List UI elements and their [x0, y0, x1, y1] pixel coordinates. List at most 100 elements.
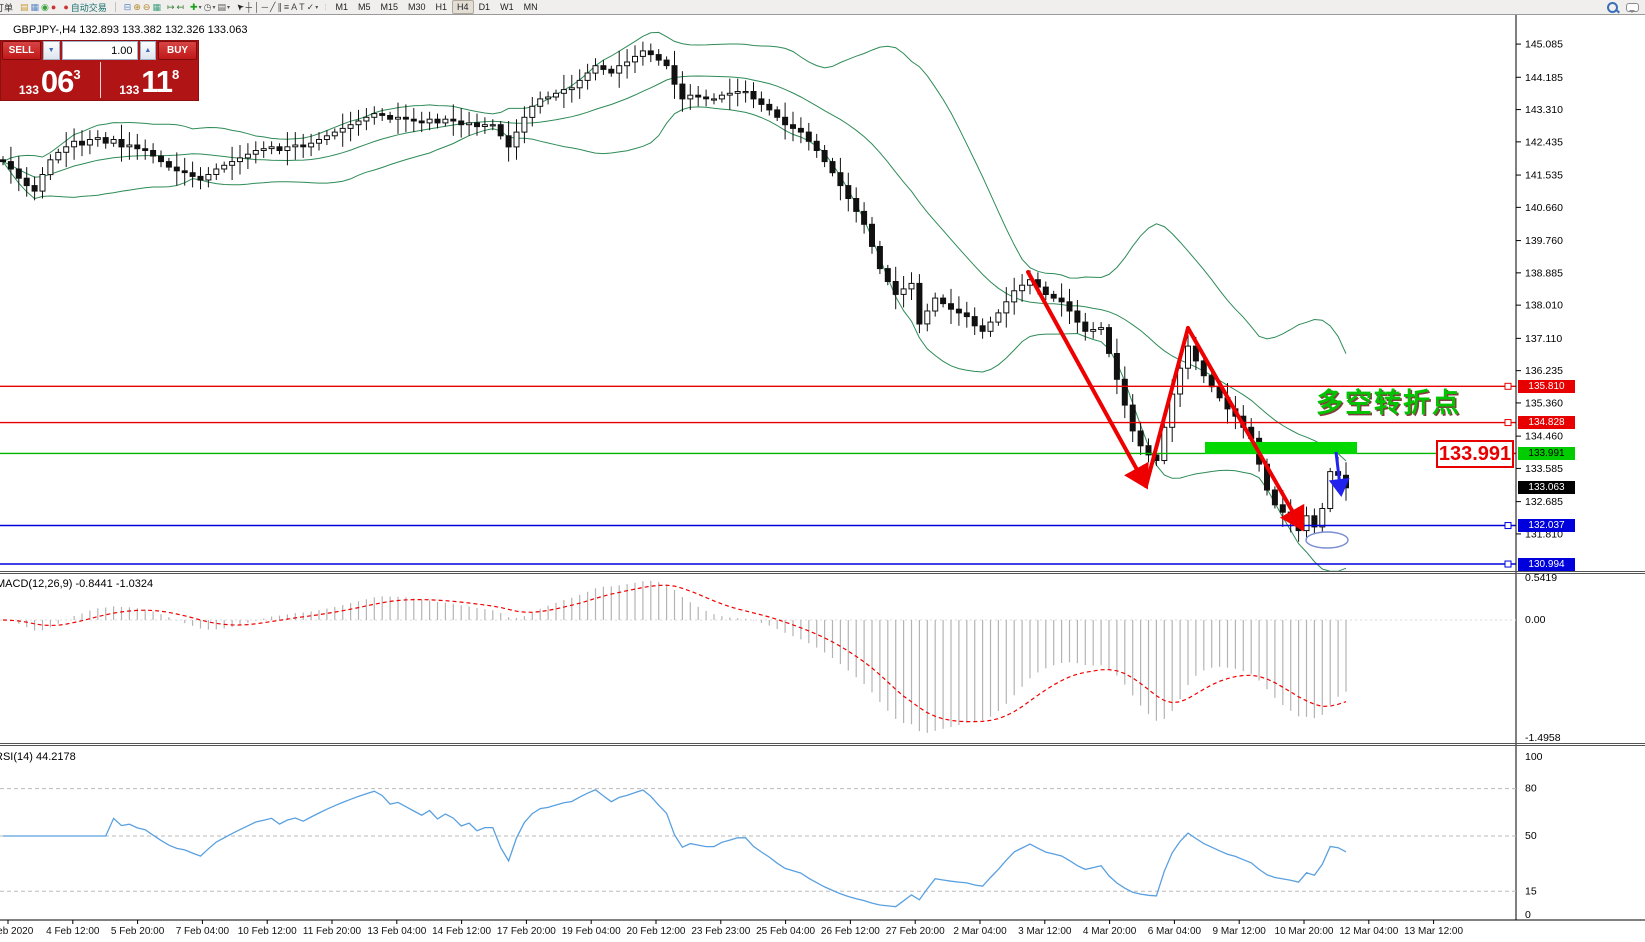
price-chip-135.810: 135.810 — [1518, 380, 1575, 393]
rsi-scale-label: 80 — [1525, 783, 1537, 795]
rsi-scale-label: 15 — [1525, 885, 1537, 897]
cursor-icon[interactable]: ➤ — [235, 1, 245, 13]
time-axis-label: 14 Feb 12:00 — [432, 926, 491, 937]
orders-label[interactable]: 订单 — [0, 1, 14, 13]
sell-button[interactable]: SELL — [2, 41, 41, 60]
hline-icon[interactable]: ─ — [261, 1, 269, 13]
price-tick-label: 135.360 — [1525, 397, 1563, 409]
dropdown-caret-icon[interactable]: ▾ — [315, 4, 318, 11]
sell-price-big: 06 — [41, 67, 73, 97]
crosshair-icon[interactable]: ┼ — [245, 1, 253, 13]
volume-decrease-button[interactable]: ▼ — [43, 41, 60, 60]
horizontal-levels[interactable] — [0, 383, 1516, 567]
price-axis[interactable]: 145.085144.185143.310142.435141.535140.6… — [0, 14, 1645, 920]
price-tick-label: 139.760 — [1525, 235, 1563, 247]
periods-icon[interactable]: ◷▾ — [203, 1, 217, 13]
tile-windows-icon[interactable]: ▦ — [151, 1, 162, 13]
community-chat-icon[interactable] — [1626, 3, 1639, 12]
trendline-icon[interactable]: ╱ — [269, 1, 276, 13]
chart-shift-icon[interactable]: ↤ — [176, 1, 186, 13]
timeframe-button-d1[interactable]: D1 — [474, 0, 496, 14]
signals-icon[interactable]: ◉ — [40, 1, 50, 13]
level-handle[interactable] — [1505, 420, 1511, 426]
time-axis-label: 13 Feb 04:00 — [367, 926, 426, 937]
time-axis-label: 4 Mar 20:00 — [1083, 926, 1137, 937]
buy-button[interactable]: BUY — [158, 41, 197, 60]
rsi-line — [3, 790, 1346, 907]
autotrade-icon[interactable]: ● — [50, 1, 57, 13]
bollinger-middle — [3, 76, 1346, 461]
time-axis-label: 11 Feb 20:00 — [303, 926, 362, 937]
price-tick-label: 143.310 — [1525, 104, 1563, 116]
timeframe-button-w1[interactable]: W1 — [495, 0, 519, 14]
fibonacci-icon[interactable]: ≡ — [283, 1, 290, 13]
sell-price-sup: 3 — [73, 62, 80, 88]
text-icon[interactable]: A — [290, 1, 298, 13]
dropdown-caret-icon[interactable]: ▾ — [212, 4, 215, 11]
top-toolbar: 订单 ▤▦◉● ● 自动交易 ⊟⊕⊖▦↦↤✚▾◷▾▤▾➤┼│─╱∥≡AT✓▾ ⁞… — [0, 0, 1645, 15]
zoom-out-icon[interactable]: ⊖ — [142, 1, 152, 13]
time-axis-label: 19 Feb 04:00 — [562, 926, 621, 937]
price-tick-label: 132.685 — [1525, 496, 1563, 508]
timeframe-button-h4[interactable]: H4 — [452, 0, 474, 14]
vline-icon[interactable]: │ — [253, 1, 261, 13]
level-handle[interactable] — [1505, 561, 1511, 567]
auto-scroll-icon[interactable]: ↦ — [166, 1, 176, 13]
dropdown-caret-icon[interactable]: ▾ — [199, 4, 202, 11]
buy-price-big: 11 — [141, 67, 172, 97]
time-axis-label: 27 Feb 20:00 — [886, 926, 945, 937]
price-tick-label: 144.185 — [1525, 72, 1563, 84]
time-axis-label: 6 Mar 04:00 — [1148, 926, 1202, 937]
time-axis[interactable]: 3 Feb 20204 Feb 12:005 Feb 20:007 Feb 04… — [0, 920, 1645, 937]
low-circle-annotation[interactable] — [1306, 532, 1348, 548]
rsi-scale-label: 100 — [1525, 751, 1543, 763]
time-axis-label: 23 Feb 23:00 — [691, 926, 750, 937]
zoom-in-icon[interactable]: ⊕ — [132, 1, 142, 13]
timeframe-button-m30[interactable]: M30 — [403, 0, 431, 14]
trend-arrow[interactable] — [1146, 328, 1188, 486]
autotrade-status-icon: ● — [63, 2, 68, 12]
rsi-scale-label: 0 — [1525, 909, 1531, 921]
time-axis-label: 20 Feb 12:00 — [627, 926, 686, 937]
highlight-band[interactable] — [1205, 442, 1357, 454]
bollinger-bands — [3, 32, 1346, 571]
timeframe-button-m15[interactable]: M15 — [376, 0, 404, 14]
chart-title: GBPJPY-,H4 132.893 133.382 132.326 133.0… — [13, 24, 247, 36]
sell-price[interactable]: 133 06 3 — [0, 60, 100, 100]
chart-canvas[interactable]: 145.085144.185143.310142.435141.535140.6… — [0, 0, 1645, 942]
price-tick-label: 142.435 — [1525, 136, 1563, 148]
timeframe-button-h1[interactable]: H1 — [431, 0, 453, 14]
dropdown-caret-icon[interactable]: ▾ — [227, 4, 230, 11]
macd-scale-label: -1.4958 — [1525, 732, 1561, 744]
volume-increase-button[interactable]: ▲ — [140, 41, 157, 60]
time-axis-label: 12 Mar 04:00 — [1339, 926, 1398, 937]
price-callout-box[interactable]: 133.991 — [1436, 440, 1514, 468]
price-divider — [100, 62, 101, 98]
market-watch-icon[interactable]: ▦ — [30, 1, 41, 13]
search-icon[interactable] — [1607, 2, 1618, 13]
price-chip-130.994: 130.994 — [1518, 558, 1575, 571]
time-axis-label: 9 Mar 12:00 — [1213, 926, 1267, 937]
volume-input[interactable] — [62, 41, 138, 60]
level-handle[interactable] — [1505, 383, 1511, 389]
add-indicator-icon[interactable]: ✚▾ — [189, 1, 203, 13]
time-axis-label: 4 Feb 12:00 — [46, 926, 100, 937]
time-axis-label: 2 Mar 04:00 — [953, 926, 1007, 937]
timeframe-button-mn[interactable]: MN — [519, 0, 543, 14]
trend-arrow[interactable] — [1188, 328, 1302, 528]
autotrade-button[interactable]: ● 自动交易 — [62, 1, 107, 13]
buy-price[interactable]: 133 11 8 — [100, 60, 200, 100]
label-icon[interactable]: T — [298, 1, 306, 13]
price-tick-label: 141.535 — [1525, 170, 1563, 182]
arrows-icon[interactable]: ✓▾ — [306, 1, 320, 13]
macd-scale-label: 0.5419 — [1525, 572, 1557, 584]
template-icon[interactable]: ▤▾ — [216, 1, 231, 13]
timeframe-button-m1[interactable]: M1 — [330, 0, 353, 14]
time-axis-label: 10 Mar 20:00 — [1275, 926, 1334, 937]
level-handle[interactable] — [1505, 523, 1511, 529]
indicator-window-icon[interactable]: ⊟ — [123, 1, 133, 13]
new-order-icon[interactable]: ▤ — [19, 1, 30, 13]
timeframe-button-m5[interactable]: M5 — [353, 0, 376, 14]
time-axis-label: 3 Mar 12:00 — [1018, 926, 1072, 937]
price-tick-label: 137.110 — [1525, 333, 1562, 345]
